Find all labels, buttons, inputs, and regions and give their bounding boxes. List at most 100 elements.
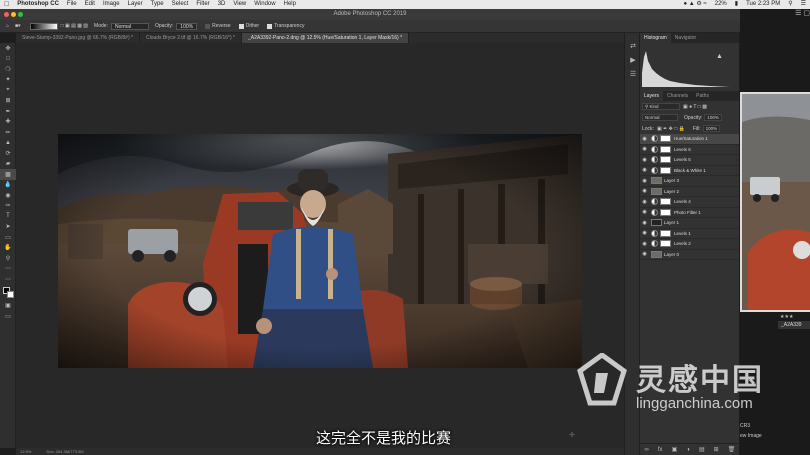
- menu-app-name[interactable]: Photoshop CC: [13, 0, 63, 9]
- visibility-eye-icon[interactable]: ◉: [640, 230, 649, 236]
- menu-type[interactable]: Type: [147, 0, 168, 9]
- layer-row[interactable]: ◉ Levels 2: [640, 239, 739, 250]
- new-layer-icon[interactable]: ⊞: [714, 446, 719, 453]
- close-window-button[interactable]: [4, 12, 9, 17]
- layer-row[interactable]: ◉ Photo Filter 1: [640, 208, 739, 218]
- home-icon[interactable]: ⌂: [0, 20, 9, 33]
- opacity-field[interactable]: 100%: [176, 22, 198, 30]
- window-control-icons[interactable]: ☰ ▢: [742, 9, 810, 21]
- visibility-eye-icon[interactable]: ◉: [640, 209, 649, 215]
- warning-icon[interactable]: ▲: [716, 53, 723, 60]
- menu-clock[interactable]: Tue 2:23 PM: [742, 0, 784, 9]
- layer-thumbnail[interactable]: [651, 177, 662, 185]
- visibility-eye-icon[interactable]: ◉: [640, 157, 649, 163]
- visibility-eye-icon[interactable]: ◉: [640, 241, 649, 247]
- layer-name[interactable]: Layer 0: [664, 252, 679, 257]
- tab-histogram[interactable]: Histogram: [640, 33, 671, 43]
- background-color[interactable]: [7, 290, 14, 298]
- shape-tool-icon[interactable]: ▭: [0, 232, 16, 243]
- tab-clouds-bryce[interactable]: Clouds Bryce 2.tif @ 16.7% (RGB/16*) *: [140, 33, 242, 43]
- visibility-eye-icon[interactable]: ◉: [640, 188, 649, 194]
- quick-mask-icon[interactable]: ▣: [0, 301, 16, 312]
- menu-select[interactable]: Select: [168, 0, 193, 9]
- actions-panel-icon[interactable]: ▶: [625, 53, 641, 67]
- visibility-eye-icon[interactable]: ◉: [640, 178, 649, 184]
- layer-mask-thumbnail[interactable]: [660, 208, 671, 216]
- battery-icon[interactable]: ▮: [731, 0, 742, 9]
- layer-mask-thumbnail[interactable]: [660, 166, 671, 174]
- visibility-eye-icon[interactable]: ◉: [640, 146, 649, 152]
- search-icon[interactable]: ⚲: [784, 0, 796, 9]
- hand-tool-icon[interactable]: ✋: [0, 243, 16, 254]
- layer-name[interactable]: Photo Filter 1: [674, 210, 701, 215]
- dodge-tool-icon[interactable]: ◉: [0, 190, 16, 201]
- layer-row[interactable]: ◉ Hue/Saturation 1: [640, 134, 739, 145]
- mask-icon[interactable]: ▣: [672, 446, 678, 453]
- gradient-tool-icon[interactable]: ▩: [0, 169, 16, 180]
- battery-percent[interactable]: 22%: [711, 0, 731, 9]
- tab-pano-dng[interactable]: _A2A3392-Pano-2.dng @ 12.5% (Hue/Saturat…: [241, 33, 410, 43]
- layer-row[interactable]: ◉ Levels 1: [640, 229, 739, 239]
- visibility-eye-icon[interactable]: ◉: [640, 199, 649, 205]
- fx-icon[interactable]: fx: [658, 447, 663, 453]
- marquee-tool-icon[interactable]: □: [0, 54, 16, 65]
- layer-mask-thumbnail[interactable]: [660, 240, 671, 248]
- quick-select-tool-icon[interactable]: ✦: [0, 75, 16, 86]
- layer-name[interactable]: Levels 5: [674, 157, 691, 162]
- layer-name[interactable]: Layer 1: [664, 220, 679, 225]
- layer-thumbnail[interactable]: [651, 250, 662, 258]
- menu-help[interactable]: Help: [280, 0, 300, 9]
- layer-row[interactable]: ◉ Levels 6: [640, 145, 739, 155]
- folder-icon[interactable]: ▤: [699, 446, 705, 453]
- mode-select[interactable]: Normal: [110, 22, 149, 30]
- document-photo[interactable]: [58, 134, 582, 368]
- layer-name[interactable]: Layer 3: [664, 178, 679, 183]
- layer-name[interactable]: Layer 2: [664, 189, 679, 194]
- tab-paths[interactable]: Paths: [692, 91, 713, 101]
- layer-name[interactable]: Hue/Saturation 1: [674, 136, 708, 141]
- layer-mask-thumbnail[interactable]: [660, 145, 671, 153]
- eraser-tool-icon[interactable]: ▰: [0, 159, 16, 170]
- layer-row[interactable]: ◉ Levels 4: [640, 197, 739, 208]
- zoom-window-button[interactable]: [18, 12, 23, 17]
- layer-name[interactable]: Levels 6: [674, 147, 691, 152]
- eyedropper-tool-icon[interactable]: ✒: [0, 106, 16, 117]
- history-panel-icon[interactable]: ⇄: [625, 39, 641, 53]
- layer-opacity-field[interactable]: 100%: [704, 114, 722, 121]
- menu-edit[interactable]: Edit: [81, 0, 99, 9]
- more-tools-icon[interactable]: ⋯: [0, 264, 16, 275]
- file-label[interactable]: _A2A339: [778, 321, 810, 329]
- visibility-eye-icon[interactable]: ◉: [640, 251, 649, 257]
- properties-panel-icon[interactable]: ☰: [625, 67, 641, 81]
- history-brush-tool-icon[interactable]: ⟳: [0, 148, 16, 159]
- layer-row[interactable]: ◉ Layer 3: [640, 176, 739, 187]
- kind-filter[interactable]: ⚲ Kind: [642, 103, 680, 110]
- crop-tool-icon[interactable]: ⌖: [0, 85, 16, 96]
- move-tool-icon[interactable]: ✥: [0, 43, 16, 54]
- fill-field[interactable]: 100%: [702, 125, 721, 132]
- blend-mode-select[interactable]: Normal: [642, 114, 678, 121]
- layer-name[interactable]: Levels 1: [674, 231, 691, 236]
- gradient-picker[interactable]: [29, 22, 58, 30]
- blur-tool-icon[interactable]: 💧: [0, 180, 16, 191]
- layer-row[interactable]: ◉ Layer 2: [640, 187, 739, 197]
- menu-layer[interactable]: Layer: [124, 0, 147, 9]
- path-select-tool-icon[interactable]: ➤: [0, 222, 16, 233]
- layer-mask-thumbnail[interactable]: [660, 229, 671, 237]
- adjustment-icon[interactable]: ◑: [686, 447, 690, 453]
- layer-row[interactable]: ◉ Layer 0: [640, 250, 739, 260]
- layer-row[interactable]: ◉ Black & White 1: [640, 166, 739, 176]
- tab-navigator[interactable]: Navigator: [671, 33, 700, 43]
- menu-view[interactable]: View: [229, 0, 250, 9]
- menu-filter[interactable]: Filter: [192, 0, 213, 9]
- layer-mask-thumbnail[interactable]: [660, 156, 671, 164]
- zoom-tool-icon[interactable]: ⚲: [0, 253, 16, 264]
- layer-name[interactable]: Levels 4: [674, 199, 691, 204]
- menu-image[interactable]: Image: [99, 0, 124, 9]
- reverse-checkbox[interactable]: [205, 23, 211, 29]
- control-center-icon[interactable]: ☰: [797, 0, 810, 9]
- link-icon[interactable]: ∞: [645, 447, 649, 453]
- tab-steve-stamp[interactable]: Steve-Stamp-3392-Pano.jpg @ 66.7% (RGB/8…: [16, 33, 140, 43]
- layer-thumbnail[interactable]: [651, 187, 662, 195]
- screen-mode-icon[interactable]: ▭: [0, 311, 16, 322]
